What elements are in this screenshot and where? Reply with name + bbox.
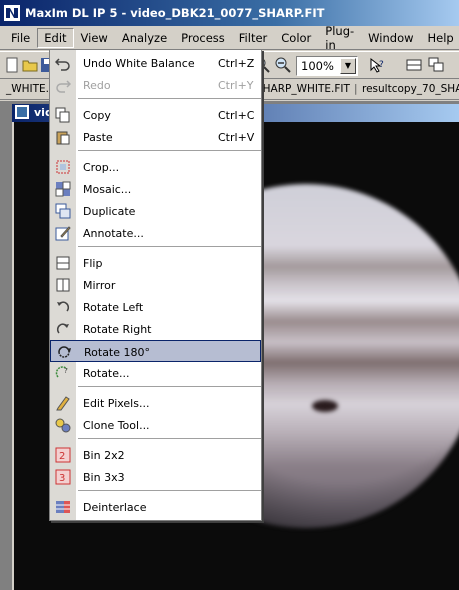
menu-file[interactable]: File [4,28,37,48]
menu-item-crop[interactable]: Crop... [50,156,261,178]
mosaic-icon [55,181,71,197]
tab-resultcopy[interactable]: resultcopy_70_SHAR [362,83,459,95]
menu-analyze[interactable]: Analyze [115,28,174,48]
paste-icon [56,131,70,145]
menu-separator [78,386,261,387]
menu-filter[interactable]: Filter [232,28,274,48]
tab-separator: | [354,83,358,95]
menu-color[interactable]: Color [274,28,318,48]
rotate-icon: ? [55,366,68,378]
clone-icon [55,418,71,433]
open-folder-icon[interactable] [22,57,38,73]
redo-icon [56,80,71,93]
menu-item-rotate-left[interactable]: Rotate Left [50,296,261,318]
help-pointer-icon[interactable]: ? [369,57,385,73]
menu-item-edit-pixels[interactable]: Edit Pixels... [50,392,261,414]
menu-item-bin-3x3[interactable]: 3 Bin 3x3 [50,466,261,488]
bin-3x3-icon: 3 [55,469,71,485]
dark-spot [312,400,338,412]
deinterlace-icon [56,501,70,513]
annotate-icon [55,226,71,241]
zoom-out-icon[interactable] [275,57,291,73]
duplicate-icon [55,203,71,219]
rotate-180-icon [58,346,71,358]
document-icon [15,105,29,119]
tab-white[interactable]: _WHITE. [6,83,49,95]
menu-edit[interactable]: Edit [37,27,74,48]
menu-item-mosaic[interactable]: Mosaic... [50,178,261,200]
rotate-left-icon [57,301,70,312]
title-bar: MaxIm DL IP 5 - video_DBK21_0077_SHARP.F… [0,0,459,26]
menu-item-redo[interactable]: Redo Ctrl+Y [50,74,261,96]
menu-item-undo[interactable]: Undo White Balance Ctrl+Z [50,52,261,74]
menu-item-mirror[interactable]: Mirror [50,274,261,296]
menu-item-paste[interactable]: Paste Ctrl+V [50,126,261,148]
chevron-down-icon[interactable]: ▼ [340,58,356,74]
svg-text:3: 3 [59,473,65,484]
svg-text:?: ? [379,60,384,70]
app-icon [4,5,20,21]
crop-icon [56,160,70,174]
menu-separator [78,438,261,439]
menu-item-bin-2x2[interactable]: 2 Bin 2x2 [50,444,261,466]
menu-item-copy[interactable]: Copy Ctrl+C [50,104,261,126]
zoom-select[interactable]: 100% ▼ [296,56,358,76]
undo-icon [55,58,70,71]
rotate-right-icon [56,323,69,334]
tab-sharp-white[interactable]: SHARP_WHITE.FIT [256,83,350,95]
new-icon[interactable] [4,57,20,73]
mirror-icon [56,278,70,292]
menu-item-deinterlace[interactable]: Deinterlace [50,496,261,518]
window-title: MaxIm DL IP 5 - video_DBK21_0077_SHARP.F… [25,6,325,20]
menu-bar: File Edit View Analyze Process Filter Co… [0,24,459,52]
menu-separator [78,98,261,99]
menu-separator [78,150,261,151]
cascade-icon[interactable] [428,57,444,73]
menu-item-rotate-180[interactable]: Rotate 180° [50,340,261,362]
flip-icon [56,256,70,270]
zoom-value: 100% [301,59,334,73]
menu-plugin[interactable]: Plug-in [318,21,361,55]
menu-window[interactable]: Window [361,28,420,48]
tile-icon[interactable] [406,57,422,73]
menu-item-rotate[interactable]: ? Rotate... [50,362,261,384]
menu-item-clone-tool[interactable]: Clone Tool... [50,414,261,436]
menu-item-duplicate[interactable]: Duplicate [50,200,261,222]
menu-process[interactable]: Process [174,28,232,48]
pencil-icon [56,396,70,411]
svg-text:2: 2 [59,451,65,462]
menu-item-flip[interactable]: Flip [50,252,261,274]
menu-separator [78,490,261,491]
edit-menu: Undo White Balance Ctrl+Z Redo Ctrl+Y Co… [49,49,262,521]
menu-separator [78,246,261,247]
copy-icon [55,107,70,123]
bin-2x2-icon: 2 [55,447,71,463]
menu-item-annotate[interactable]: Annotate... [50,222,261,244]
menu-help[interactable]: Help [421,28,459,48]
menu-view[interactable]: View [74,28,115,48]
svg-text:?: ? [64,367,68,375]
menu-item-rotate-right[interactable]: Rotate Right [50,318,261,340]
